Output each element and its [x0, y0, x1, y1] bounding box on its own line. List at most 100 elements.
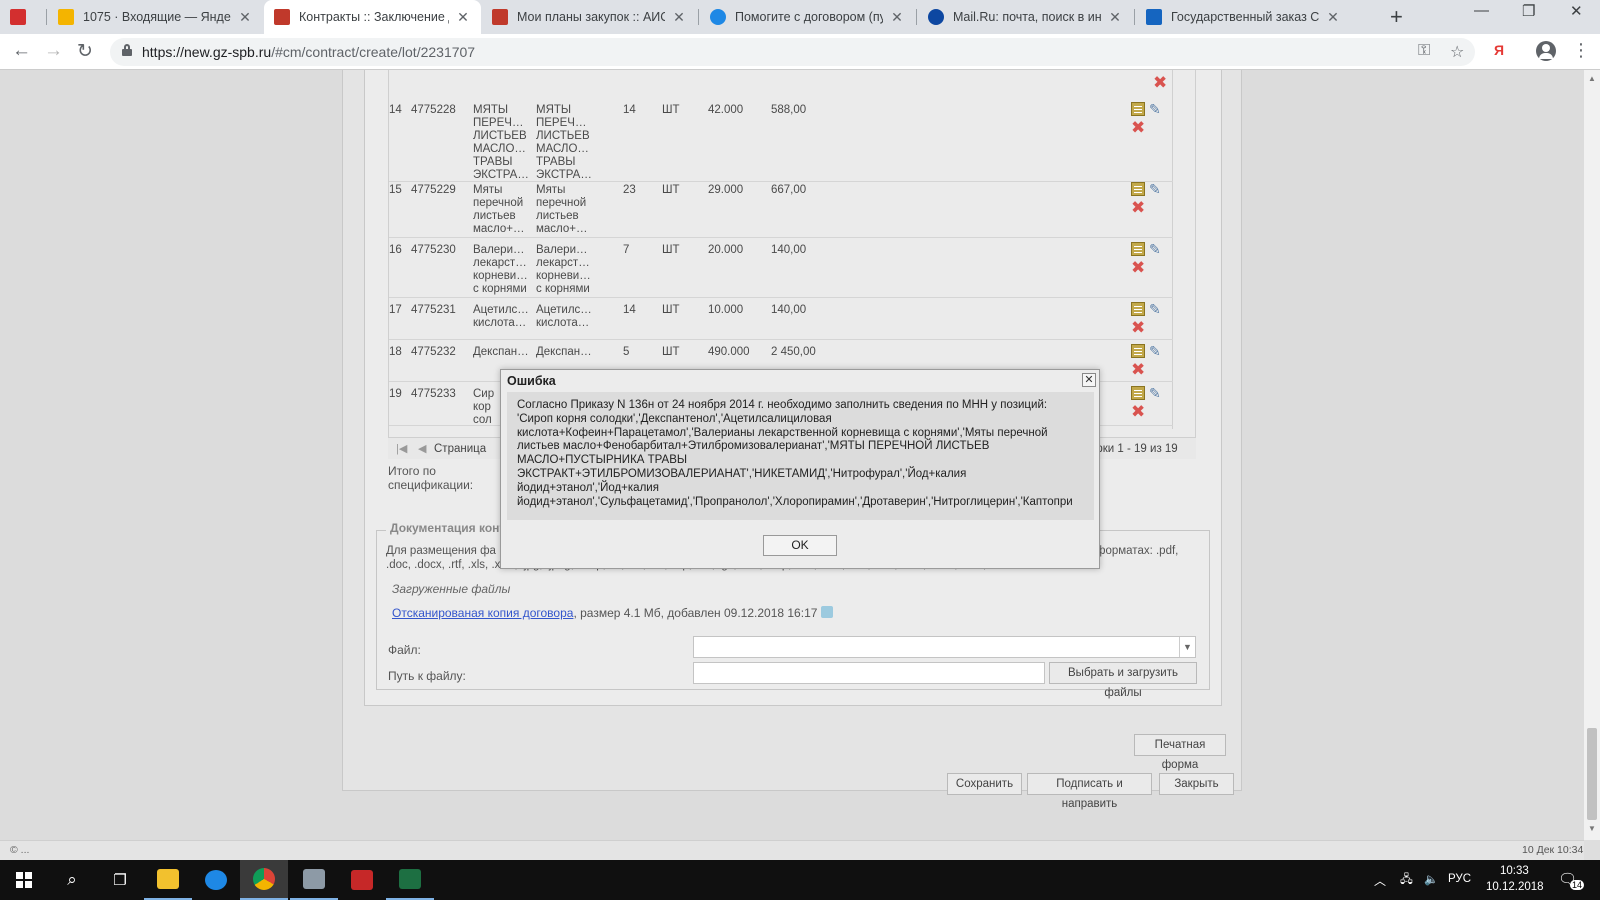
save-button[interactable]: Сохранить	[947, 773, 1022, 795]
edit-pencil-icon[interactable]: ✎	[1149, 102, 1163, 116]
document-icon[interactable]	[1131, 344, 1145, 358]
tab-goszakaz[interactable]: Государственный заказ Санк ✕	[1136, 0, 1351, 34]
tab-close-icon[interactable]: ✕	[889, 9, 905, 26]
file-label: Файл:	[388, 643, 421, 657]
first-page-icon[interactable]: |◀	[396, 442, 407, 455]
clock-time[interactable]: 10:33	[1500, 865, 1529, 877]
folder-icon	[157, 869, 179, 889]
delete-icon[interactable]: ✖	[1153, 74, 1167, 91]
restore-button[interactable]: ❐	[1522, 2, 1535, 20]
profile-avatar-icon[interactable]	[1536, 41, 1556, 61]
minimize-button[interactable]: —	[1474, 2, 1489, 19]
reload-icon[interactable]: ↻	[77, 40, 93, 63]
tab-close-icon[interactable]: ✕	[1325, 9, 1341, 26]
delete-icon[interactable]: ✖	[1131, 199, 1145, 216]
documents-legend: Документация конт	[386, 521, 510, 535]
tab-contracts[interactable]: Контракты :: Заключение до ✕	[264, 0, 481, 34]
tab-close-icon[interactable]: ✕	[1107, 9, 1123, 26]
edit-pencil-icon[interactable]: ✎	[1149, 386, 1163, 400]
delete-icon[interactable]: ✖	[1131, 403, 1145, 420]
dialog-close-icon[interactable]: ✕	[1082, 373, 1096, 387]
item-name-2: Декспан…	[536, 346, 592, 358]
document-icon[interactable]	[1131, 182, 1145, 196]
tab-procurement-plans[interactable]: Мои планы закупок :: АИС Г ✕	[482, 0, 697, 34]
delete-icon[interactable]: ✖	[1131, 119, 1145, 136]
task-view-icon[interactable]: ❐	[96, 860, 144, 900]
edit-pencil-icon[interactable]: ✎	[1149, 302, 1163, 316]
close-form-button[interactable]: Закрыть	[1159, 773, 1234, 795]
error-dialog: Ошибка ✕ Согласно Приказу N 136н от 24 н…	[500, 369, 1100, 569]
document-icon[interactable]	[1131, 386, 1145, 400]
key-icon[interactable]: ⚿	[1418, 42, 1430, 60]
pager-page-label: Страница	[434, 443, 487, 455]
prev-page-icon[interactable]: ◀	[418, 442, 426, 455]
file-select[interactable]: ▼	[693, 636, 1196, 658]
table-row[interactable]: 14 4775228 МЯТЫ ПЕРЕЧ… ЛИСТЬЕВ МАСЛО… ТРАВ…	[389, 98, 1173, 182]
tab-mailru[interactable]: Mail.Ru: почта, поиск в инте ✕	[918, 0, 1133, 34]
page-scrollbar[interactable]: ▲ ▼	[1584, 70, 1600, 840]
document-icon[interactable]	[1131, 302, 1145, 316]
notifications-count: 14	[1570, 880, 1585, 890]
window-close-button[interactable]: ✕	[1570, 2, 1583, 20]
new-tab-button[interactable]: +	[1390, 4, 1403, 30]
chrome-taskbar-button[interactable]	[240, 860, 288, 900]
edit-pencil-icon[interactable]: ✎	[1149, 242, 1163, 256]
table-row[interactable]: 16 4775230 Валери… лекарст… корневи… с кор…	[389, 238, 1173, 298]
item-name: Ацетилс… кислота…	[473, 304, 529, 329]
tab-close-icon[interactable]: ✕	[671, 9, 687, 26]
bookmark-star-icon[interactable]: ☆	[1450, 42, 1464, 62]
excel-icon	[399, 869, 421, 889]
item-qty: 14	[623, 104, 636, 116]
tab-title: Мои планы закупок :: АИС Г	[517, 10, 665, 24]
tab-close-icon[interactable]: ✕	[455, 9, 471, 26]
tray-chevron-up-icon[interactable]: ︿	[1374, 872, 1386, 889]
tab-pinned[interactable]	[0, 0, 46, 34]
choose-upload-button[interactable]: Выбрать и загрузить файлы	[1049, 662, 1197, 699]
chrome-icon	[253, 868, 275, 890]
delete-icon[interactable]: ✖	[1131, 319, 1145, 336]
language-indicator[interactable]: РУС	[1448, 873, 1471, 885]
tab-title: Помогите с договором (пуб.	[735, 10, 883, 24]
forward-arrow-icon[interactable]: →	[44, 40, 63, 62]
app-taskbar-button[interactable]	[290, 860, 338, 900]
url-text: https://new.gz-spb.ru/#cm/contract/creat…	[142, 44, 476, 60]
tab-title: 1075 · Входящие — Яндекс.П	[83, 10, 231, 24]
edit-pencil-icon[interactable]: ✎	[1149, 344, 1163, 358]
yandex-extension-icon[interactable]: Я	[1494, 42, 1504, 58]
uploaded-file-link[interactable]: Отсканированая копия договора	[392, 606, 573, 620]
item-qty: 14	[623, 304, 636, 316]
network-icon[interactable]: 🖧	[1400, 872, 1413, 891]
table-row[interactable]: 15 4775229 Мяты перечной листьев масло+… Мя…	[389, 178, 1173, 238]
start-button[interactable]	[0, 860, 48, 900]
tab-close-icon[interactable]: ✕	[237, 9, 253, 26]
excel-taskbar-button[interactable]	[386, 860, 434, 900]
item-qty: 7	[623, 244, 630, 256]
address-bar[interactable]: https://new.gz-spb.ru/#cm/contract/creat…	[110, 38, 1475, 66]
table-row[interactable]: 17 4775231 Ацетилс… кислота… Ацетилс… кисло…	[389, 298, 1173, 340]
tab-yandex-mail[interactable]: 1075 · Входящие — Яндекс.П ✕	[48, 0, 263, 34]
browser-menu-icon[interactable]: ⋮	[1572, 40, 1590, 61]
back-arrow-icon[interactable]: ←	[12, 40, 31, 62]
tab-help-forum[interactable]: Помогите с договором (пуб. ✕	[700, 0, 915, 34]
print-form-button[interactable]: Печатная форма	[1134, 734, 1226, 771]
delete-icon[interactable]: ✖	[1131, 259, 1145, 276]
document-icon[interactable]	[1131, 242, 1145, 256]
edit-pencil-icon[interactable]: ✎	[1149, 182, 1163, 196]
delete-icon[interactable]: ✖	[1131, 361, 1145, 378]
kaspersky-taskbar-button[interactable]	[338, 860, 386, 900]
ok-button[interactable]: OK	[763, 535, 837, 556]
volume-icon[interactable]: 🔈	[1424, 872, 1438, 886]
file-path-input[interactable]	[693, 662, 1045, 684]
document-icon[interactable]	[1131, 102, 1145, 116]
search-icon[interactable]: ⌕	[48, 860, 96, 900]
page-status-bar: © ... 10 Дек 10:34	[0, 840, 1584, 860]
explorer-taskbar-button[interactable]	[144, 860, 192, 900]
scrollbar-thumb[interactable]	[1587, 728, 1597, 820]
clock-date[interactable]: 10.12.2018	[1486, 881, 1544, 893]
globe-favicon-icon	[710, 9, 726, 25]
ie-taskbar-button[interactable]	[192, 860, 240, 900]
kaspersky-icon	[351, 870, 373, 890]
item-price: 29.000	[708, 184, 744, 196]
sign-send-button[interactable]: Подписать и направить	[1027, 773, 1152, 810]
item-sum: 140,00	[771, 304, 807, 316]
